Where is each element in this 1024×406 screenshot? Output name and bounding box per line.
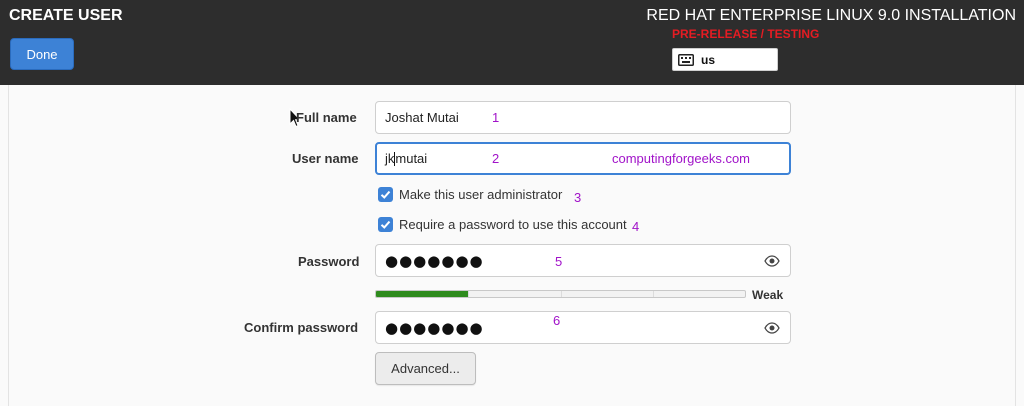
annotation-3: 3 xyxy=(574,190,582,205)
advanced-button[interactable]: Advanced... xyxy=(375,352,476,385)
password-strength-meter xyxy=(375,290,746,298)
page-title: CREATE USER xyxy=(9,7,123,24)
annotation-5: 5 xyxy=(555,254,563,269)
check-icon xyxy=(380,190,391,199)
require-password-checkbox-label: Require a password to use this account xyxy=(399,217,627,232)
strength-divider xyxy=(652,291,654,297)
password-masked-value: ●●●●●●● xyxy=(385,251,484,270)
annotation-1: 1 xyxy=(492,110,500,125)
product-title: RED HAT ENTERPRISE LINUX 9.0 INSTALLATIO… xyxy=(646,7,1016,24)
strength-divider xyxy=(560,291,562,297)
admin-checkbox-row[interactable]: Make this user administrator xyxy=(378,187,562,202)
watermark: computingforgeeks.com xyxy=(612,151,751,166)
full-name-label: Full name xyxy=(296,110,357,125)
check-icon xyxy=(380,220,391,229)
prerelease-label: PRE-RELEASE / TESTING xyxy=(672,27,820,41)
user-name-value-start: jk xyxy=(385,151,395,166)
admin-checkbox-label: Make this user administrator xyxy=(399,187,563,202)
eye-icon[interactable] xyxy=(764,253,780,269)
confirm-password-field[interactable]: ●●●●●●● xyxy=(375,311,791,344)
eye-icon[interactable] xyxy=(764,320,780,336)
admin-checkbox[interactable] xyxy=(378,187,393,202)
keyboard-layout-indicator[interactable]: us xyxy=(672,48,778,71)
require-password-checkbox-row[interactable]: Require a password to use this account xyxy=(378,217,627,232)
keyboard-icon xyxy=(678,53,694,66)
full-name-field[interactable]: Joshat Mutai xyxy=(375,101,791,134)
user-name-value-end: mutai xyxy=(395,151,428,166)
require-password-checkbox[interactable] xyxy=(378,217,393,232)
keyboard-layout-label: us xyxy=(701,52,716,67)
password-label: Password xyxy=(298,254,360,269)
password-field[interactable]: ●●●●●●● xyxy=(375,244,791,277)
annotation-4: 4 xyxy=(632,219,640,234)
full-name-value: Joshat Mutai xyxy=(385,110,459,125)
header-bar: CREATE USER Done RED HAT ENTERPRISE LINU… xyxy=(0,0,1024,85)
annotation-6: 6 xyxy=(553,313,561,328)
annotation-2: 2 xyxy=(492,151,500,166)
password-strength-label: Weak xyxy=(752,288,784,302)
confirm-password-masked-value: ●●●●●●● xyxy=(385,318,484,337)
user-name-label: User name xyxy=(292,151,359,166)
done-button[interactable]: Done xyxy=(10,38,74,70)
strength-divider xyxy=(468,291,470,297)
confirm-password-label: Confirm password xyxy=(244,320,359,335)
password-strength-fill xyxy=(376,291,469,297)
